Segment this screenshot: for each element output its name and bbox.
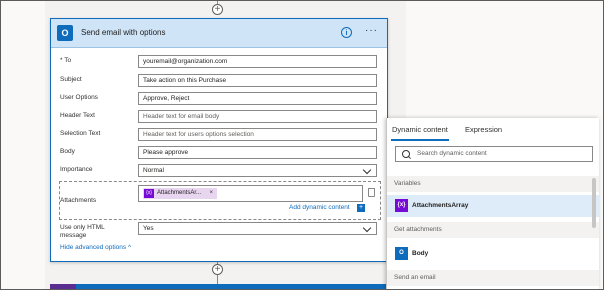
screenshot-border [0, 0, 604, 290]
